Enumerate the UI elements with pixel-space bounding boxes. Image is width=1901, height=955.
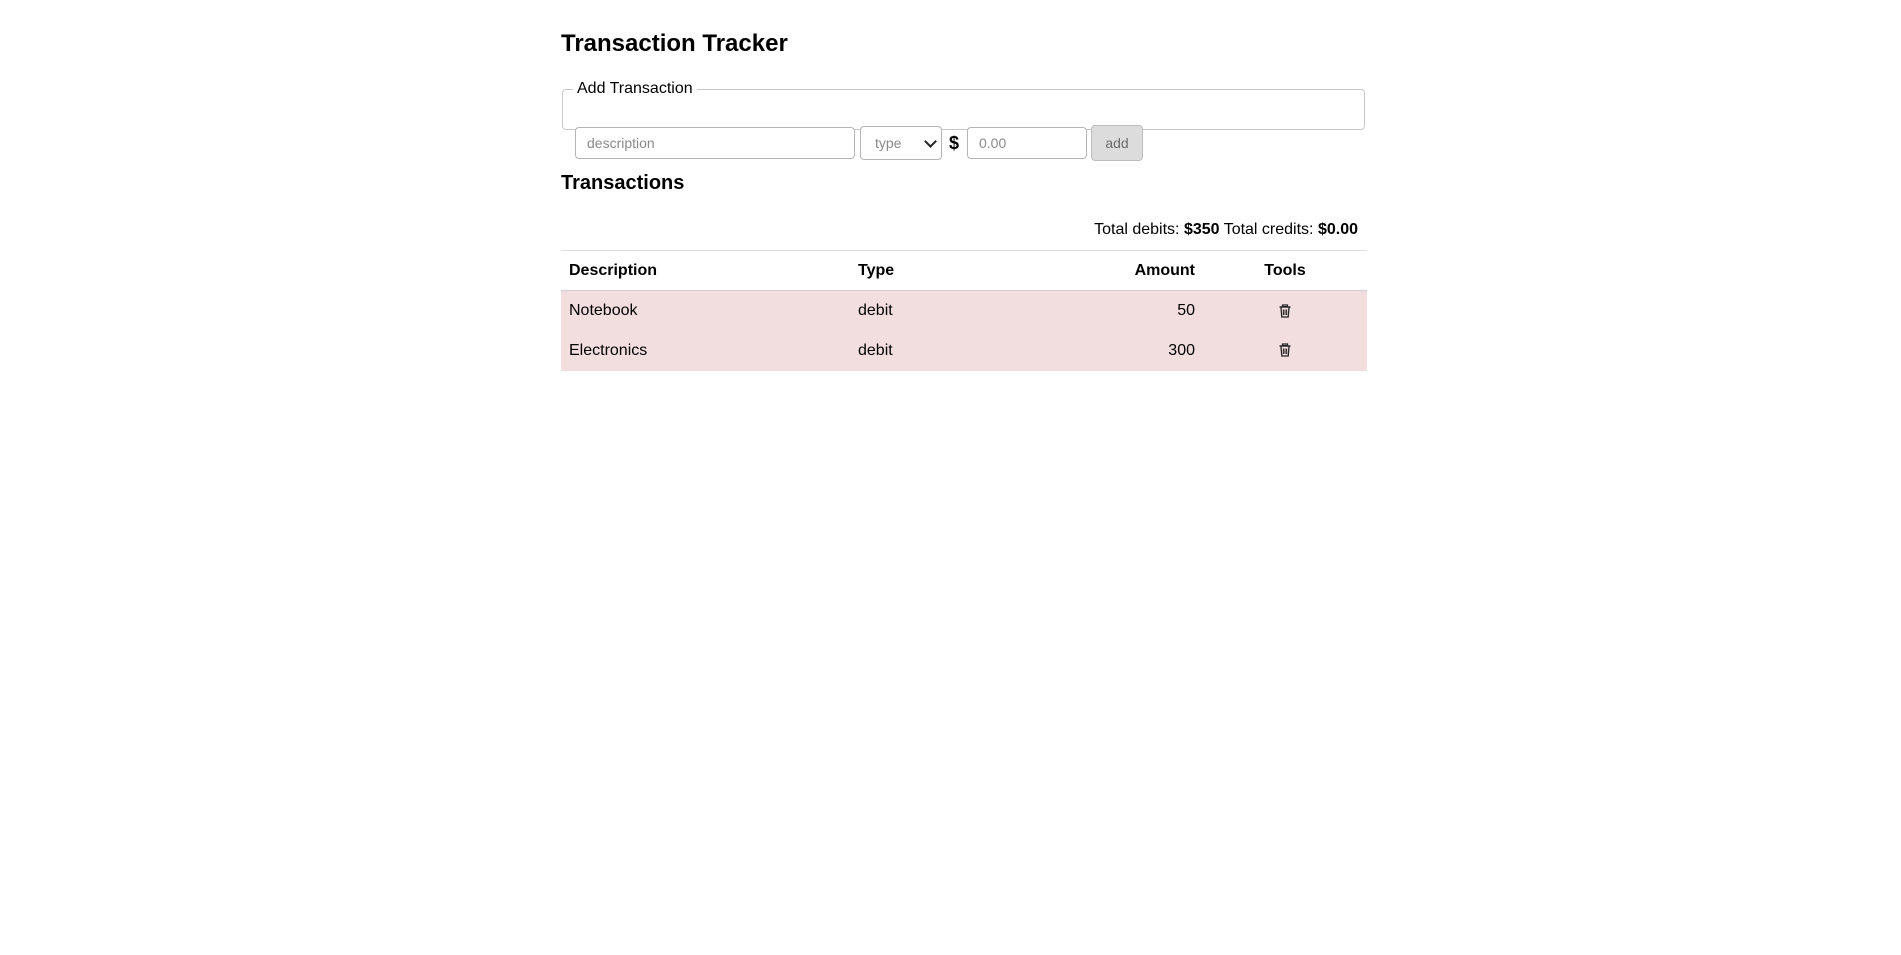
cell-type: debit bbox=[858, 341, 893, 359]
totals-summary: Total debits: $350 Total credits: $0.00 bbox=[1094, 221, 1358, 239]
cell-tools bbox=[1203, 291, 1367, 331]
total-credits-label: Total credits: bbox=[1223, 221, 1314, 238]
add-transaction-row: type $ add bbox=[575, 125, 1143, 161]
cell-type: debit bbox=[858, 301, 893, 319]
cell-description: Notebook bbox=[569, 301, 638, 319]
type-select[interactable]: type bbox=[860, 126, 942, 160]
chevron-down-icon bbox=[924, 134, 937, 148]
total-debits-label: Total debits: bbox=[1094, 221, 1180, 238]
add-transaction-legend: Add Transaction bbox=[577, 80, 693, 97]
total-credits-value: $0.00 bbox=[1317, 221, 1358, 238]
cell-amount: 50 bbox=[1177, 301, 1195, 319]
total-debits-value: $350 bbox=[1183, 221, 1220, 238]
add-transaction-form: Add Transaction type $ add bbox=[562, 80, 1365, 161]
trash-icon[interactable] bbox=[1278, 343, 1292, 357]
cell-amount: 300 bbox=[1168, 341, 1195, 359]
column-header-type: Type bbox=[858, 261, 895, 279]
transactions-heading: Transactions bbox=[561, 172, 685, 194]
column-header-amount: Amount bbox=[1134, 261, 1195, 279]
table-header-row: Description Type Amount Tools bbox=[561, 250, 1367, 291]
cell-description: Electronics bbox=[569, 341, 648, 359]
table-row: Electronics debit 300 bbox=[561, 330, 1367, 371]
add-button[interactable]: add bbox=[1091, 125, 1143, 161]
column-header-description: Description bbox=[569, 261, 658, 279]
description-input[interactable] bbox=[575, 127, 855, 159]
column-header-tools: Tools bbox=[1264, 261, 1306, 279]
table-row: Notebook debit 50 bbox=[561, 290, 1367, 331]
transactions-table: Description Type Amount Tools Notebook d… bbox=[561, 250, 1367, 371]
currency-symbol: $ bbox=[949, 132, 960, 153]
type-select-value: type bbox=[875, 135, 902, 151]
amount-input[interactable] bbox=[967, 127, 1087, 159]
trash-icon[interactable] bbox=[1278, 303, 1292, 318]
page-title: Transaction Tracker bbox=[561, 30, 788, 57]
cell-tools bbox=[1203, 331, 1367, 371]
